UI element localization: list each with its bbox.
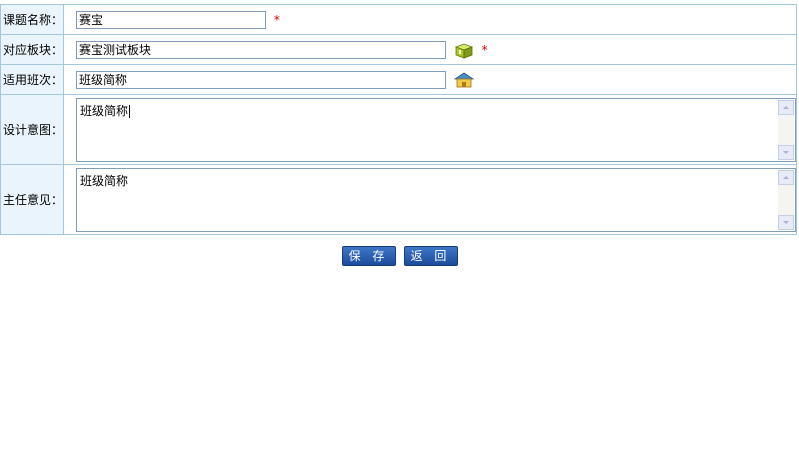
topic-name-cell: * (63, 4, 797, 35)
module-input[interactable] (76, 40, 446, 59)
form-row-class: 适用班次： (0, 64, 797, 95)
form-row-topic-name: 课题名称： * (0, 4, 797, 35)
required-mark: * (481, 42, 488, 57)
director-opinion-text: 班级简称 (80, 173, 129, 188)
back-button[interactable]: 返 回 (403, 246, 458, 266)
required-mark: * (273, 12, 280, 27)
design-intent-text: 班级简称 (80, 103, 129, 118)
button-bar: 保 存 返 回 (0, 246, 799, 266)
topic-name-label: 课题名称： (0, 4, 64, 35)
form-row-director-opinion: 主任意见： 班级简称 (0, 164, 797, 235)
design-intent-textarea[interactable]: 班级简称 (76, 97, 796, 162)
scrollbar[interactable] (778, 169, 794, 230)
design-intent-label: 设计意图： (0, 94, 64, 165)
class-label: 适用班次： (0, 64, 64, 95)
class-input[interactable] (76, 70, 446, 89)
scroll-down-icon[interactable] (778, 214, 794, 230)
save-button[interactable]: 保 存 (341, 246, 396, 266)
director-opinion-label: 主任意见： (0, 164, 64, 235)
module-picker-icon[interactable] (454, 41, 474, 59)
module-cell: * (63, 34, 797, 65)
text-caret (129, 104, 131, 118)
class-cell (63, 64, 797, 95)
scroll-down-icon[interactable] (778, 144, 794, 160)
form-row-design-intent: 设计意图： 班级简称 (0, 94, 797, 165)
director-opinion-cell: 班级简称 (63, 164, 797, 235)
topic-name-input[interactable] (76, 10, 266, 29)
class-picker-icon[interactable] (453, 71, 475, 89)
form-row-module: 对应板块： * (0, 34, 797, 65)
course-form: 课题名称： * 对应板块： * 适用班次： (0, 4, 797, 235)
module-label: 对应板块： (0, 34, 64, 65)
director-opinion-textarea[interactable]: 班级简称 (76, 167, 796, 232)
scroll-up-icon[interactable] (778, 99, 794, 115)
scroll-up-icon[interactable] (778, 169, 794, 185)
scrollbar[interactable] (778, 99, 794, 160)
design-intent-cell: 班级简称 (63, 94, 797, 165)
